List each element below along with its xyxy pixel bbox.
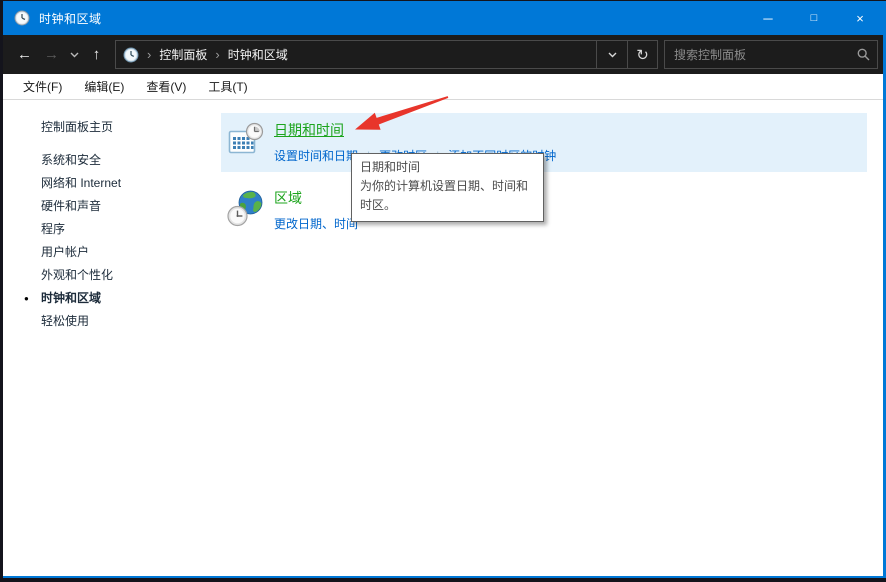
title-bar: 时钟和区域 ─ □ × — [3, 1, 883, 35]
sidebar-item-user-accounts[interactable]: 用户帐户 — [3, 241, 221, 264]
close-button[interactable]: × — [837, 1, 883, 35]
navigation-bar: ← → ↑ › 控制面板 › 时钟和区域 ↻ — [3, 35, 883, 74]
recent-pages-chevron-icon[interactable] — [65, 41, 83, 68]
window-title: 时钟和区域 — [39, 10, 102, 27]
minimize-button[interactable]: ─ — [745, 1, 791, 35]
region-sublinks: 更改日期、时间 — [274, 215, 358, 232]
region-icon[interactable] — [227, 189, 265, 227]
breadcrumb-clock-and-region[interactable]: 时钟和区域 — [228, 46, 288, 63]
menu-bar: 文件(F) 编辑(E) 查看(V) 工具(T) — [3, 74, 883, 100]
breadcrumb-separator: › — [139, 47, 159, 62]
tooltip: 日期和时间 为你的计算机设置日期、时间和时区。 — [351, 153, 544, 222]
menu-tools[interactable]: 工具(T) — [197, 74, 258, 100]
tooltip-body: 为你的计算机设置日期、时间和时区。 — [360, 177, 535, 215]
task-row-region: 区域 更改日期、时间 — [221, 181, 867, 240]
search-input[interactable] — [665, 48, 849, 62]
date-time-icon[interactable] — [227, 121, 265, 159]
refresh-icon: ↻ — [636, 46, 649, 64]
address-dropdown-chevron-icon[interactable] — [596, 40, 627, 69]
sidebar-item-clock-region[interactable]: ● 时钟和区域 — [3, 287, 221, 310]
task-row-date-time: 日期和时间 设置时间和日期|更改时区|添加不同时区的时钟 — [221, 113, 867, 172]
active-bullet-icon: ● — [24, 287, 29, 310]
breadcrumb-separator: › — [207, 47, 227, 62]
sidebar-item-programs[interactable]: 程序 — [3, 218, 221, 241]
sidebar-item-ease-of-access[interactable]: 轻松使用 — [3, 310, 221, 333]
back-button[interactable]: ← — [11, 41, 38, 68]
search-icon[interactable] — [849, 48, 877, 61]
sidebar-item-hardware-sound[interactable]: 硬件和声音 — [3, 195, 221, 218]
sidebar-item-system-security[interactable]: 系统和安全 — [3, 149, 221, 172]
region-link[interactable]: 区域 — [274, 188, 302, 208]
menu-edit[interactable]: 编辑(E) — [73, 74, 135, 100]
clock-breadcrumb-icon — [123, 47, 139, 63]
menu-file[interactable]: 文件(F) — [12, 74, 73, 100]
breadcrumb-control-panel[interactable]: 控制面板 — [159, 46, 207, 63]
control-panel-window: 时钟和区域 ─ □ × ← → ↑ › 控制面板 › 时钟和区域 — [3, 1, 886, 578]
clock-app-icon — [14, 10, 30, 26]
sidebar: 控制面板主页 系统和安全 网络和 Internet 硬件和声音 程序 用户帐户 … — [3, 100, 221, 576]
up-button[interactable]: ↑ — [83, 41, 110, 68]
search-box — [664, 40, 878, 69]
sidebar-item-network-internet[interactable]: 网络和 Internet — [3, 172, 221, 195]
sidebar-item-label: 时钟和区域 — [41, 291, 101, 305]
tooltip-title: 日期和时间 — [360, 158, 535, 177]
refresh-button[interactable]: ↻ — [627, 40, 658, 69]
sidebar-item-home[interactable]: 控制面板主页 — [3, 116, 221, 139]
window-frame: 时钟和区域 ─ □ × ← → ↑ › 控制面板 › 时钟和区域 — [0, 0, 886, 582]
forward-button[interactable]: → — [38, 41, 65, 68]
menu-view[interactable]: 查看(V) — [135, 74, 197, 100]
sidebar-item-appearance[interactable]: 外观和个性化 — [3, 264, 221, 287]
maximize-button[interactable]: □ — [791, 1, 837, 35]
change-date-time-format-link[interactable]: 更改日期、时间 — [274, 217, 358, 231]
task-list: 日期和时间 设置时间和日期|更改时区|添加不同时区的时钟 — [221, 100, 883, 576]
set-time-date-link[interactable]: 设置时间和日期 — [274, 149, 358, 163]
date-time-link[interactable]: 日期和时间 — [274, 120, 344, 140]
address-bar[interactable]: › 控制面板 › 时钟和区域 ↻ — [115, 40, 658, 69]
